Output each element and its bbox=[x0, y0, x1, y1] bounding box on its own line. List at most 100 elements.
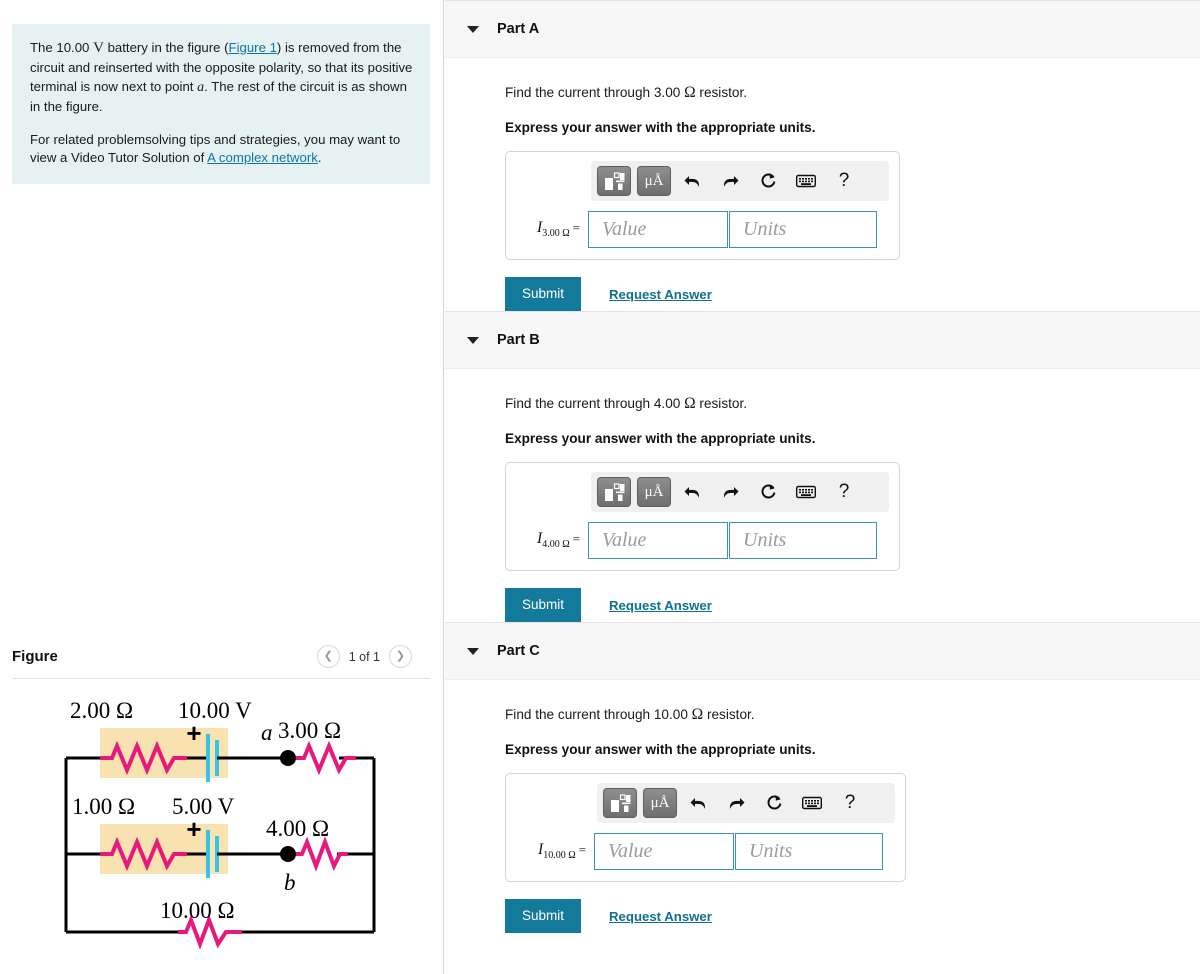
part-a-subscript: 3.00 Ω bbox=[542, 228, 570, 240]
chevron-right-icon[interactable]: ❯ bbox=[389, 645, 412, 668]
omega-symbol: Ω bbox=[684, 395, 696, 412]
micro-angstrom-units-icon[interactable]: μÅ bbox=[637, 477, 671, 507]
part-b-toolbar: μÅ ? bbox=[591, 472, 889, 512]
part-b-instruction: Express your answer with the appropriate… bbox=[505, 431, 816, 446]
units-icon-label: μÅ bbox=[644, 483, 664, 500]
math-template-glyph bbox=[604, 482, 624, 501]
part-c-instruction: Express your answer with the appropriate… bbox=[505, 742, 816, 757]
figure-title: Figure bbox=[12, 648, 58, 665]
undo-glyph bbox=[690, 797, 705, 809]
node-b-dot bbox=[280, 846, 296, 862]
part-c-value-input[interactable]: Value bbox=[594, 833, 734, 870]
undo-arrow-icon[interactable] bbox=[681, 788, 715, 818]
label-3ohm: 3.00 Ω bbox=[278, 718, 341, 743]
keyboard-glyph bbox=[802, 796, 822, 810]
caret-down-icon[interactable] bbox=[467, 647, 479, 655]
part-c-header[interactable]: Part C bbox=[445, 622, 1200, 680]
part-a-header[interactable]: Part A bbox=[445, 0, 1200, 58]
part-b-subscript: 4.00 Ω bbox=[542, 539, 570, 551]
figure-header: Figure ❮ 1 of 1 ❯ bbox=[12, 645, 430, 682]
help-question-icon[interactable]: ? bbox=[827, 477, 861, 507]
part-b-body: Find the current through 4.00 Ω resistor… bbox=[445, 369, 1200, 622]
redo-arrow-icon[interactable] bbox=[713, 166, 747, 196]
part-a-label: Part A bbox=[497, 21, 540, 37]
part-b-value-input[interactable]: Value bbox=[588, 522, 728, 559]
part-section-c: Part C Find the current through 10.00 Ω … bbox=[445, 622, 1200, 933]
micro-angstrom-units-icon[interactable]: μÅ bbox=[637, 166, 671, 196]
problem-statement: The 10.00 V battery in the figure (Figur… bbox=[12, 24, 430, 185]
reset-glyph bbox=[767, 794, 781, 809]
part-c-units-input[interactable]: Units bbox=[735, 833, 883, 870]
label-4ohm: 4.00 Ω bbox=[266, 816, 329, 841]
part-a-answer-row: I3.00 Ω = Value Units bbox=[516, 211, 889, 248]
redo-arrow-icon[interactable] bbox=[713, 477, 747, 507]
math-template-icon[interactable] bbox=[597, 166, 631, 196]
video-tutor-link[interactable]: A complex network bbox=[207, 150, 318, 165]
undo-glyph bbox=[684, 175, 699, 187]
part-a-instruction: Express your answer with the appropriate… bbox=[505, 120, 816, 135]
part-c-toolbar: μÅ ? bbox=[597, 783, 895, 823]
label-2ohm: 2.00 Ω bbox=[70, 698, 133, 723]
label-10ohm: 10.00 Ω bbox=[160, 898, 235, 923]
keyboard-icon[interactable] bbox=[789, 166, 823, 196]
chevron-left-icon[interactable]: ❮ bbox=[316, 645, 340, 668]
equals-sign-c: = bbox=[578, 842, 586, 858]
circuit-figure[interactable]: + + 2.00 Ω 10.00 V a 3.00 Ω 1.00 Ω 5.00 … bbox=[12, 690, 430, 974]
part-a-value-input[interactable]: Value bbox=[588, 211, 728, 248]
part-c-answer-row: I10.00 Ω = Value Units bbox=[516, 833, 895, 870]
problem-paragraph-2: For related problemsolving tips and stra… bbox=[30, 131, 414, 168]
reset-circular-arrow-icon[interactable] bbox=[751, 477, 785, 507]
problem-text-1a: The 10.00 bbox=[30, 40, 94, 55]
part-b-prompt: Find the current through 4.00 Ω resistor… bbox=[505, 395, 1200, 413]
reset-circular-arrow-icon[interactable] bbox=[757, 788, 791, 818]
undo-arrow-icon[interactable] bbox=[675, 477, 709, 507]
math-template-glyph bbox=[610, 793, 630, 812]
problem-text-2b: . bbox=[317, 150, 322, 166]
keyboard-icon[interactable] bbox=[789, 477, 823, 507]
part-b-actions: Submit Request Answer bbox=[505, 588, 1200, 622]
part-b-variable-label: I4.00 Ω = bbox=[516, 530, 588, 550]
keyboard-icon[interactable] bbox=[795, 788, 829, 818]
part-c-answer-box: μÅ ? I10.00 Ω = Value Units bbox=[505, 773, 906, 882]
part-b-answer-box: μÅ ? I4.00 Ω = Value Units bbox=[505, 462, 900, 571]
math-template-icon[interactable] bbox=[597, 477, 631, 507]
caret-down-icon[interactable] bbox=[467, 25, 479, 33]
part-a-prompt: Find the current through 3.00 Ω resistor… bbox=[505, 84, 1200, 102]
keyboard-glyph bbox=[796, 174, 816, 188]
help-question-icon[interactable]: ? bbox=[833, 788, 867, 818]
resistor-3ohm bbox=[296, 740, 356, 776]
math-template-icon[interactable] bbox=[603, 788, 637, 818]
part-a-request-answer-link[interactable]: Request Answer bbox=[609, 287, 712, 302]
undo-arrow-icon[interactable] bbox=[675, 166, 709, 196]
reset-glyph bbox=[761, 483, 775, 498]
part-a-prompt-post: resistor. bbox=[695, 85, 748, 100]
redo-glyph bbox=[723, 486, 738, 498]
figure-1-link[interactable]: Figure 1 bbox=[229, 40, 277, 55]
resistor-4ohm bbox=[296, 836, 348, 872]
figure-divider bbox=[12, 678, 430, 679]
equals-sign-b: = bbox=[572, 531, 580, 547]
right-panel: Part A Find the current through 3.00 Ω r… bbox=[445, 0, 1200, 974]
part-section-a: Part A Find the current through 3.00 Ω r… bbox=[445, 0, 1200, 311]
part-a-units-input[interactable]: Units bbox=[729, 211, 877, 248]
part-a-body: Find the current through 3.00 Ω resistor… bbox=[445, 58, 1200, 311]
micro-angstrom-units-icon[interactable]: μÅ bbox=[643, 788, 677, 818]
part-b-header[interactable]: Part B bbox=[445, 311, 1200, 369]
part-c-subscript: 10.00 Ω bbox=[543, 850, 576, 862]
node-a-dot bbox=[280, 750, 296, 766]
part-b-units-input[interactable]: Units bbox=[729, 522, 877, 559]
circuit-diagram-svg: + + 2.00 Ω 10.00 V a 3.00 Ω 1.00 Ω 5.00 … bbox=[64, 698, 376, 950]
part-b-request-answer-link[interactable]: Request Answer bbox=[609, 598, 712, 613]
help-question-icon[interactable]: ? bbox=[827, 166, 861, 196]
part-c-variable-label: I10.00 Ω = bbox=[516, 841, 594, 861]
figure-counter: 1 of 1 bbox=[348, 649, 380, 664]
part-c-submit-button[interactable]: Submit bbox=[505, 899, 582, 933]
part-a-submit-button[interactable]: Submit bbox=[505, 277, 582, 311]
redo-arrow-icon[interactable] bbox=[719, 788, 753, 818]
part-c-request-answer-link[interactable]: Request Answer bbox=[609, 909, 712, 924]
part-section-b: Part B Find the current through 4.00 Ω r… bbox=[445, 311, 1200, 622]
part-b-submit-button[interactable]: Submit bbox=[505, 588, 582, 622]
part-a-toolbar: μÅ ? bbox=[591, 161, 889, 201]
reset-circular-arrow-icon[interactable] bbox=[751, 166, 785, 196]
caret-down-icon[interactable] bbox=[467, 336, 479, 344]
